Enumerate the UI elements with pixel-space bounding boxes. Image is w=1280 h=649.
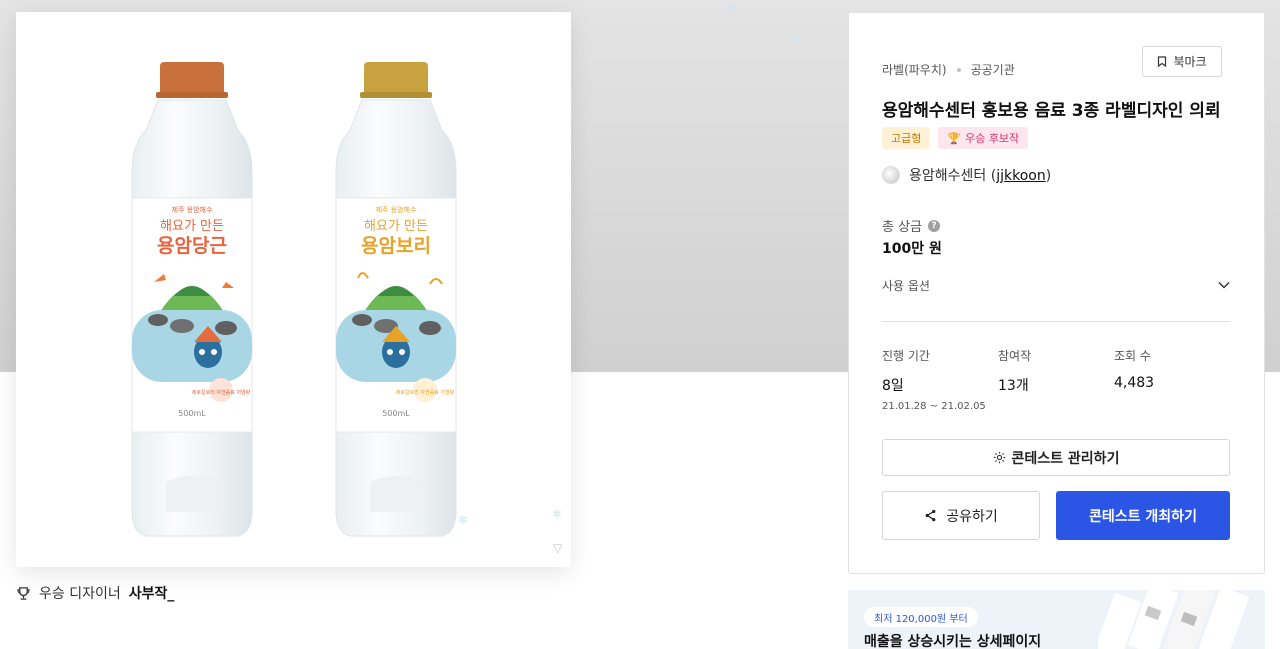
prize-value: 100만 원 (882, 241, 942, 257)
usage-options-toggle[interactable]: 사용 옵션 (882, 275, 1230, 295)
snowflake-icon: ❄ (726, 3, 737, 18)
ad-price-pill: 최저 120,000원 부터 (864, 607, 978, 627)
stat-label: 진행 기간 (882, 349, 930, 363)
winner-label: 우승 디자이너 (39, 586, 121, 602)
bottle-barley: 제주 용암해수 해요가 만든 용암보리 제로칼로리 자연음료 저열량 500mL (335, 62, 457, 537)
manage-contest-label: 콘테스트 관리하기 (1011, 450, 1120, 467)
bottle-volume: 500mL (382, 409, 410, 418)
contest-badges: 고급형 🏆 우승 후보작 (882, 127, 1029, 149)
trophy-icon (17, 586, 30, 600)
bottle-badge: 제로칼로리 자연음료 저열량 (396, 389, 455, 396)
winner-designer: 우승 디자이너 사부작_ (16, 584, 174, 602)
divider (882, 321, 1230, 322)
trophy-icon: 🏆 (947, 131, 962, 145)
stat-date-range: 21.01.28 ~ 21.02.05 (882, 401, 986, 412)
stat-value: 13개 (998, 378, 1029, 394)
manage-contest-button[interactable]: 콘테스트 관리하기 (882, 439, 1230, 476)
bottle-cap (160, 62, 224, 96)
snowflake-icon: ❄ (458, 513, 468, 527)
prize-label: 총 상금 (882, 220, 923, 235)
stat-entries: 참여작 13개 (998, 347, 1114, 412)
bottle-name: 용암보리 (361, 235, 431, 257)
share-icon (925, 509, 936, 522)
contest-category: 라벨(파우치) (882, 63, 947, 77)
host-name: 용암해수센터 (909, 168, 987, 184)
share-button[interactable]: 공유하기 (882, 491, 1040, 540)
stat-label: 참여작 (998, 349, 1032, 363)
prize-label-row: 총 상금 ? (882, 216, 941, 235)
bottle-cap (364, 62, 428, 96)
bottle-top-text: 제주 용암해수 (376, 205, 417, 214)
share-label: 공유하기 (946, 508, 998, 525)
separator-dot (956, 67, 961, 72)
bottle-name: 용암당근 (157, 235, 227, 257)
snowflake-icon: ❄ (790, 32, 801, 47)
stat-value: 4,483 (1114, 375, 1155, 391)
stat-label: 조회 수 (1114, 349, 1151, 363)
stat-period: 진행 기간 8일 21.01.28 ~ 21.02.05 (882, 347, 998, 412)
bookmark-label: 북마크 (1173, 55, 1207, 69)
usage-options-label: 사용 옵션 (882, 278, 930, 293)
bottle-illustration: 제주 용암해수 해요가 만든 용암당근 제로칼로리 자연음료 저열량 500mL (131, 62, 563, 555)
ad-mockup-image (1098, 590, 1249, 649)
help-icon[interactable]: ? (928, 219, 941, 232)
winner-name[interactable]: 사부작_ (129, 583, 175, 603)
bottle-carrot: 제주 용암해수 해요가 만든 용암당근 제로칼로리 자연음료 저열량 500mL (131, 62, 253, 537)
award-badge: 🏆 우승 후보작 (938, 127, 1029, 149)
ad-banner[interactable]: 최저 120,000원 부터 매출을 상승시키는 상세페이지 (848, 590, 1265, 649)
bottle-top-text: 제주 용암해수 (172, 205, 213, 214)
contest-meta: 라벨(파우치) 공공기관 (882, 61, 1015, 78)
ad-headline: 매출을 상승시키는 상세페이지 (864, 634, 1042, 649)
host-id-link[interactable]: jjkkoon (996, 168, 1046, 184)
contest-host-type: 공공기관 (970, 63, 1015, 77)
stat-value: 8일 (882, 378, 904, 394)
award-badge-label: 우승 후보작 (965, 132, 1020, 145)
premium-badge: 고급형 (882, 127, 931, 149)
snowflake-icon: ❄ (552, 507, 562, 521)
bottle-volume: 500mL (178, 409, 206, 418)
contest-host: 용암해수센터 (jjkkoon) (882, 165, 1051, 185)
entry-image[interactable]: 제주 용암해수 해요가 만든 용암당근 제로칼로리 자연음료 저열량 500mL (16, 12, 571, 567)
bottle-script-text: 해요가 만든 (364, 219, 428, 234)
gear-icon (993, 451, 1005, 464)
contest-info-panel: 라벨(파우치) 공공기관 북마크 용암해수센터 홍보용 음료 3종 라벨디자인 … (848, 12, 1265, 574)
bookmark-button[interactable]: 북마크 (1142, 46, 1222, 77)
open-contest-button[interactable]: 콘테스트 개최하기 (1056, 491, 1230, 540)
bookmark-icon (1158, 56, 1167, 67)
bottle-script-text: 해요가 만든 (160, 219, 224, 234)
chevron-down-icon (1218, 281, 1230, 289)
corner-triangle-icon: ▽ (553, 541, 563, 555)
bottle-badge: 제로칼로리 자연음료 저열량 (192, 389, 251, 396)
contest-stats: 진행 기간 8일 21.01.28 ~ 21.02.05 참여작 13개 조회 … (882, 347, 1230, 412)
stat-views: 조회 수 4,483 (1114, 347, 1230, 412)
contest-title: 용암해수센터 홍보용 음료 3종 라벨디자인 의뢰 (882, 101, 1221, 121)
avatar[interactable] (882, 166, 900, 184)
